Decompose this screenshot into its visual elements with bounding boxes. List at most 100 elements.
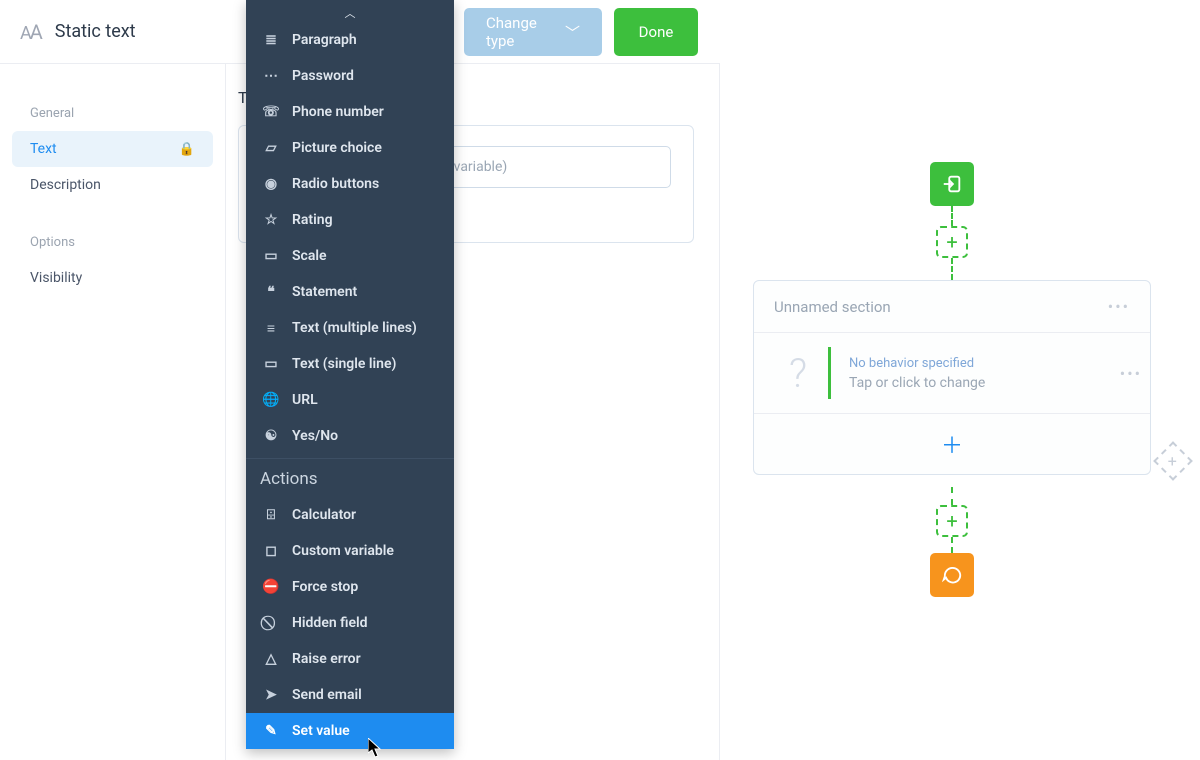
sidebar-item-text[interactable]: Text 🔒 [12, 131, 213, 167]
stop-icon: ⛔ [260, 579, 282, 595]
send-icon: ➤ [260, 687, 282, 703]
star-icon: ☆ [260, 212, 282, 228]
phone-icon: ☏ [260, 104, 282, 120]
change-type-button[interactable]: Change type ﹀ [464, 8, 602, 56]
paragraph-icon: ≣ [260, 32, 282, 48]
section-behavior-row[interactable]: ? No behavior specified Tap or click to … [754, 333, 1150, 414]
dd-label: Picture choice [292, 140, 382, 156]
dd-label: Statement [292, 284, 357, 300]
dd-action-force-stop[interactable]: ⛔ Force stop [246, 569, 454, 605]
dd-label: Text (single line) [292, 356, 396, 372]
dropdown-separator [246, 458, 454, 459]
dd-label: Calculator [292, 507, 356, 523]
settings-sidebar: General Text 🔒 Description Options Visib… [0, 64, 226, 760]
sidebar-item-label: Visibility [30, 270, 82, 286]
dd-item-statement[interactable]: ❝ Statement [246, 274, 454, 310]
dd-label: Rating [292, 212, 333, 228]
picture-icon: ▱ [260, 140, 282, 156]
page-title: Static text [55, 21, 136, 42]
dd-item-text-single[interactable]: ▭ Text (single line) [246, 346, 454, 382]
hidden-icon: ⃠ [260, 615, 282, 631]
mouse-cursor [368, 738, 384, 758]
dd-item-scale[interactable]: ▭ Scale [246, 238, 454, 274]
dd-label: Send email [292, 687, 362, 703]
tag-icon: ◻ [260, 543, 282, 559]
radio-icon: ◉ [260, 176, 282, 192]
done-button[interactable]: Done [614, 8, 698, 56]
dd-item-rating[interactable]: ☆ Rating [246, 202, 454, 238]
dropdown-actions-heading: Actions [246, 461, 454, 497]
sidebar-item-label: Text [30, 141, 57, 157]
section-title: Unnamed section [774, 298, 891, 316]
flow-connector [951, 537, 953, 553]
question-icon: ? [768, 350, 828, 397]
dd-action-calculator[interactable]: ⌹ Calculator [246, 497, 454, 533]
dd-label: Raise error [292, 651, 361, 667]
section-add-button[interactable]: ＋ [754, 414, 1150, 474]
dd-action-custom-variable[interactable]: ◻ Custom variable [246, 533, 454, 569]
dd-label: Set value [292, 723, 350, 739]
dd-action-set-value[interactable]: ✎ Set value [246, 713, 454, 749]
dd-label: Custom variable [292, 543, 394, 559]
warning-icon: △ [260, 651, 282, 667]
static-text-icon: AA [20, 20, 41, 44]
flow-add-button[interactable]: + [936, 505, 968, 537]
flow-connector [951, 487, 953, 505]
dd-action-raise-error[interactable]: △ Raise error [246, 641, 454, 677]
dd-label: Scale [292, 248, 327, 264]
scale-icon: ▭ [260, 248, 282, 264]
sidebar-heading-options: Options [0, 223, 225, 260]
dd-label: Phone number [292, 104, 384, 120]
change-type-label: Change type [486, 14, 557, 50]
lock-icon: 🔒 [179, 142, 195, 157]
dd-label: Password [292, 68, 354, 84]
tap-to-change-label: Tap or click to change [849, 375, 1120, 391]
dd-label: Paragraph [292, 32, 357, 48]
calculator-icon: ⌹ [260, 507, 282, 523]
flow-canvas: + Unnamed section ••• ? No behavior spec… [720, 0, 1200, 760]
dd-item-paragraph[interactable]: ≣ Paragraph [246, 22, 454, 58]
globe-icon: 🌐 [260, 392, 282, 408]
dd-item-phone-number[interactable]: ☏ Phone number [246, 94, 454, 130]
sidebar-item-label: Description [30, 177, 101, 193]
accent-bar [828, 347, 831, 399]
more-icon[interactable]: ••• [1120, 364, 1142, 383]
dd-label: Text (multiple lines) [292, 320, 417, 336]
flow-add-button[interactable]: + [936, 226, 968, 258]
flow-exit-node[interactable] [930, 553, 974, 597]
dd-action-hidden-field[interactable]: ⃠ Hidden field [246, 605, 454, 641]
dd-action-send-email[interactable]: ➤ Send email [246, 677, 454, 713]
dd-label: Hidden field [292, 615, 368, 631]
branch-add-button[interactable]: + [1153, 441, 1193, 481]
dd-label: Force stop [292, 579, 358, 595]
flow-connector [951, 258, 953, 280]
flow-section[interactable]: Unnamed section ••• ? No behavior specif… [753, 280, 1151, 475]
singleline-icon: ▭ [260, 356, 282, 372]
edit-icon: ✎ [260, 723, 282, 739]
done-label: Done [639, 23, 674, 41]
password-icon: ⋯ [260, 68, 282, 84]
type-dropdown: ︿ ≣ Paragraph ⋯ Password ☏ Phone number ▱ Pi… [246, 0, 454, 749]
dd-item-password[interactable]: ⋯ Password [246, 58, 454, 94]
no-behavior-label: No behavior specified [849, 356, 1120, 371]
multiline-icon: ≡ [260, 320, 282, 337]
sidebar-item-description[interactable]: Description [0, 167, 225, 203]
flow-entry-node[interactable] [930, 162, 974, 206]
more-icon[interactable]: ••• [1108, 297, 1130, 316]
sidebar-heading-general: General [0, 94, 225, 131]
flow-connector [951, 206, 953, 226]
dd-item-yes-no[interactable]: ☯ Yes/No [246, 418, 454, 454]
dd-item-url[interactable]: 🌐 URL [246, 382, 454, 418]
section-header[interactable]: Unnamed section ••• [754, 281, 1150, 333]
statement-icon: ❝ [260, 284, 282, 300]
dd-label: URL [292, 392, 318, 408]
dd-label: Radio buttons [292, 176, 379, 192]
scroll-up-indicator[interactable]: ︿ [246, 4, 454, 22]
yesno-icon: ☯ [260, 428, 282, 444]
dd-item-picture-choice[interactable]: ▱ Picture choice [246, 130, 454, 166]
dd-item-radio-buttons[interactable]: ◉ Radio buttons [246, 166, 454, 202]
dd-item-text-multi[interactable]: ≡ Text (multiple lines) [246, 310, 454, 346]
chevron-down-icon: ﹀ [565, 22, 580, 43]
sidebar-item-visibility[interactable]: Visibility [0, 260, 225, 296]
dd-label: Yes/No [292, 428, 338, 444]
